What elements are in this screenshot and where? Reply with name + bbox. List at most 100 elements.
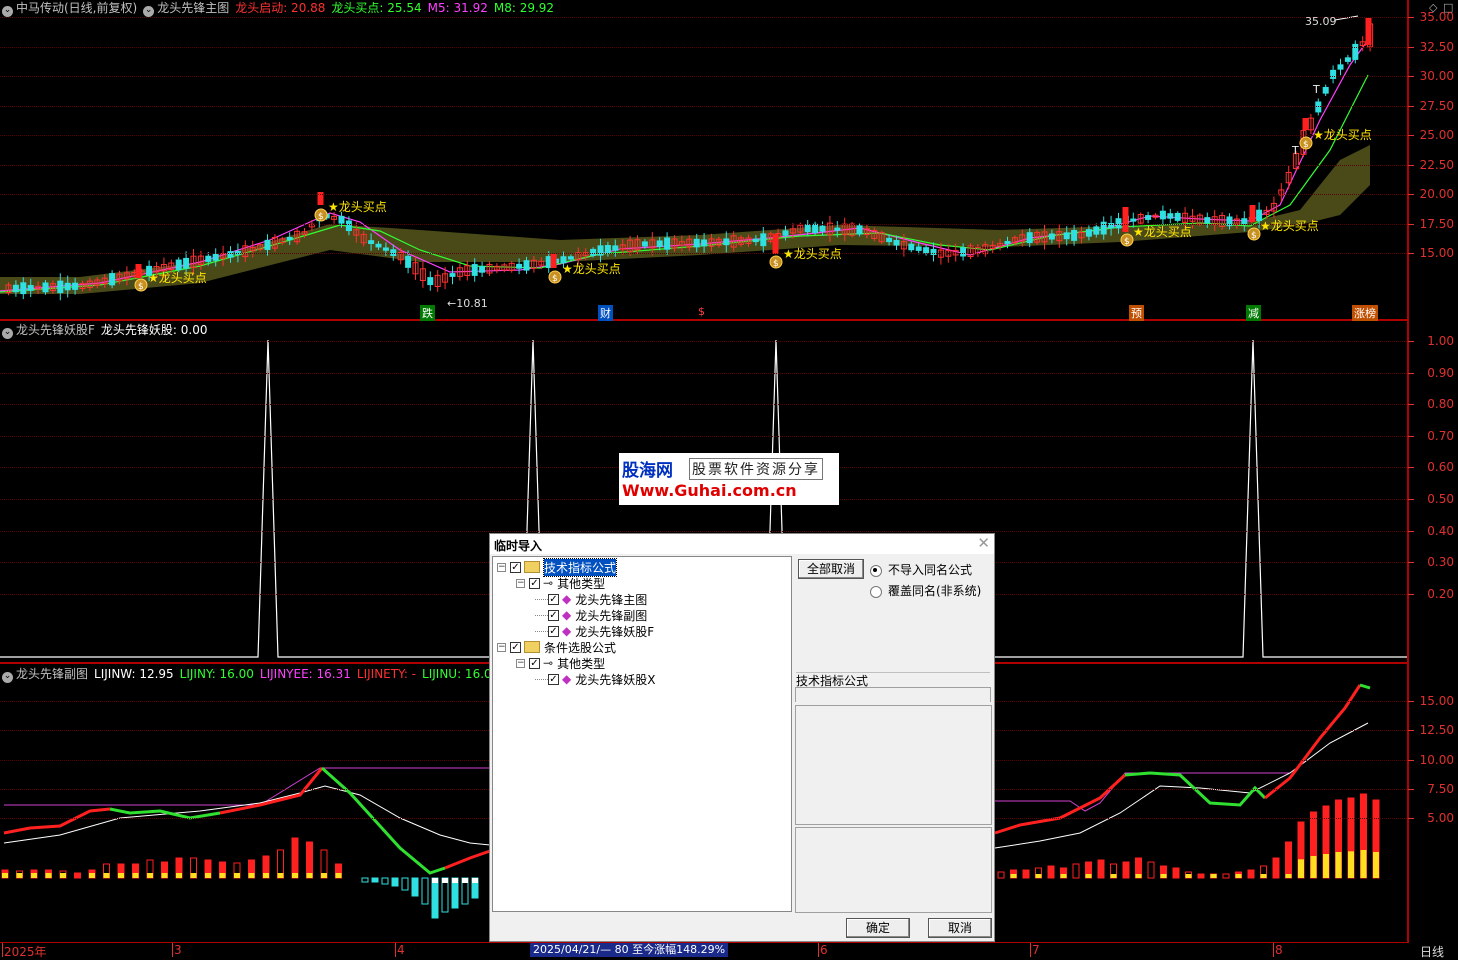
tree-checkbox[interactable]: ✓: [548, 625, 559, 637]
histogram-bar: [234, 873, 240, 878]
folder-icon: [524, 641, 540, 653]
candle-body: [449, 273, 456, 277]
histogram-bar: [411, 877, 419, 897]
cancel-button[interactable]: 取消: [928, 918, 992, 938]
buy-signal-label: ★龙头买点: [328, 200, 387, 214]
axis-tick-label: 0.40: [1427, 523, 1454, 538]
axis-tick: [1408, 499, 1414, 500]
candle-body: [1004, 240, 1011, 245]
deselect-all-button[interactable]: 全部取消: [798, 559, 864, 579]
histogram-bar: [432, 878, 438, 883]
event-tag[interactable]: 减: [1246, 305, 1261, 321]
candle-body: [723, 238, 730, 246]
event-tag[interactable]: $: [696, 305, 707, 318]
histogram-bar: [361, 877, 369, 883]
candle-body: [693, 238, 700, 248]
radio-button[interactable]: [870, 585, 882, 598]
histogram-bar: [248, 873, 255, 878]
tree-node-label: 龙头先锋妖股X: [575, 672, 656, 687]
import-mode-radio[interactable]: 覆盖同名(非系统): [870, 582, 981, 599]
collapse-toggle-icon[interactable]: −: [516, 658, 525, 668]
buy-signal-label: ★龙头买点: [562, 262, 621, 276]
axis-tick: [1408, 223, 1414, 225]
histogram-bar: [1348, 851, 1354, 878]
import-mode-radio[interactable]: 不导入同名公式: [870, 561, 972, 578]
grid-line: [0, 223, 1407, 225]
date-tick: [1273, 943, 1274, 957]
tree-checkbox[interactable]: ✓: [529, 657, 540, 669]
histogram-bar: [45, 873, 52, 878]
axis-tick: [1408, 46, 1414, 48]
event-tag[interactable]: 预: [1129, 305, 1144, 321]
tree-checkbox[interactable]: ✓: [548, 609, 559, 621]
candle-body: [212, 253, 219, 261]
tree-checkbox[interactable]: ✓: [510, 641, 521, 653]
date-tick-label: 3: [174, 943, 182, 957]
axis-tick-label: 22.50: [1419, 157, 1454, 172]
right-axis-divider: [1408, 0, 1409, 943]
axis-tick: [1408, 759, 1414, 761]
histogram-bar: [1010, 874, 1017, 878]
lijiny-line: [321, 766, 446, 875]
low-price-label: ←10.81: [447, 297, 488, 310]
histogram-bar: [60, 873, 66, 878]
event-tag[interactable]: 财: [598, 305, 613, 321]
histogram-bar: [442, 878, 448, 883]
lijiny-line: [3, 807, 111, 835]
tree-connector: [535, 630, 548, 632]
tree-formula-item[interactable]: ✓ ◆ 龙头先锋妖股X: [535, 671, 655, 687]
formula-tree[interactable]: − ✓ 技术指标公式 − ✓ ⊸ 其他类型 ✓ ◆ 龙头先锋主图 ✓ ◆ 龙头先锋副图 ✓ ◆ 龙头先锋妖股F…: [492, 556, 792, 912]
histogram-bar: [1135, 874, 1142, 878]
candle-body: [42, 282, 49, 293]
tree-folder-node[interactable]: − ✓ 技术指标公式: [497, 557, 618, 577]
lijiny-line: [994, 773, 1127, 835]
axis-tick: [1408, 253, 1414, 254]
tree-checkbox[interactable]: ✓: [529, 577, 540, 589]
histogram-bar: [306, 841, 313, 879]
axis-tick-label: 0.20: [1427, 586, 1454, 601]
axis-tick-label: 0.90: [1427, 365, 1454, 380]
tree-formula-item[interactable]: ✓ ◆ 龙头先锋副图: [535, 607, 647, 623]
grid-line: [0, 530, 1407, 532]
collapse-toggle-icon[interactable]: −: [516, 578, 525, 588]
tree-formula-item[interactable]: ✓ ◆ 龙头先锋主图: [535, 591, 647, 607]
candle-body: [368, 240, 375, 244]
date-tick: [395, 943, 396, 957]
formula-info-box: [795, 687, 991, 702]
formula-icon: ◆: [562, 592, 572, 606]
tree-checkbox[interactable]: ✓: [510, 561, 521, 573]
candle-body: [345, 220, 352, 232]
histogram-bar: [291, 837, 299, 879]
tree-checkbox[interactable]: ✓: [548, 673, 559, 685]
axis-tick-label: 27.50: [1419, 98, 1454, 113]
histogram-bar: [176, 873, 182, 878]
radio-button[interactable]: [870, 564, 882, 577]
histogram-bar: [219, 873, 226, 878]
candle-body: [471, 264, 478, 276]
tree-checkbox[interactable]: ✓: [548, 593, 559, 605]
histogram-bar: [462, 878, 468, 883]
collapse-toggle-icon[interactable]: −: [497, 562, 506, 572]
histogram-bar: [1060, 874, 1067, 878]
candle-body: [1071, 229, 1078, 241]
tree-group-node[interactable]: − ✓ ⊸ 其他类型: [516, 575, 605, 591]
candle-body: [479, 266, 486, 273]
close-icon[interactable]: ✕: [977, 534, 990, 552]
axis-tick-label: 20.00: [1419, 187, 1454, 201]
period-label[interactable]: 日线: [1420, 943, 1444, 960]
candle-body: [612, 245, 619, 251]
axis-tick: [1408, 17, 1414, 18]
axis-tick: [1408, 562, 1414, 564]
tree-node-label: 龙头先锋妖股F: [575, 624, 655, 639]
collapse-toggle-icon[interactable]: −: [497, 642, 506, 652]
tree-connector: [535, 678, 548, 680]
watermark-url: Www.Guhai.com.cn: [622, 481, 797, 500]
axis-tick: [1408, 135, 1414, 136]
date-tick: [2, 943, 3, 957]
tree-folder-node[interactable]: − ✓ 条件选股公式: [497, 639, 616, 655]
event-tag[interactable]: 涨榜: [1352, 305, 1378, 321]
event-tag[interactable]: 跌: [420, 305, 435, 321]
ok-button[interactable]: 确定: [846, 918, 910, 938]
tree-group-node[interactable]: − ✓ ⊸ 其他类型: [516, 655, 605, 671]
tree-formula-item[interactable]: ✓ ◆ 龙头先锋妖股F: [535, 623, 654, 639]
